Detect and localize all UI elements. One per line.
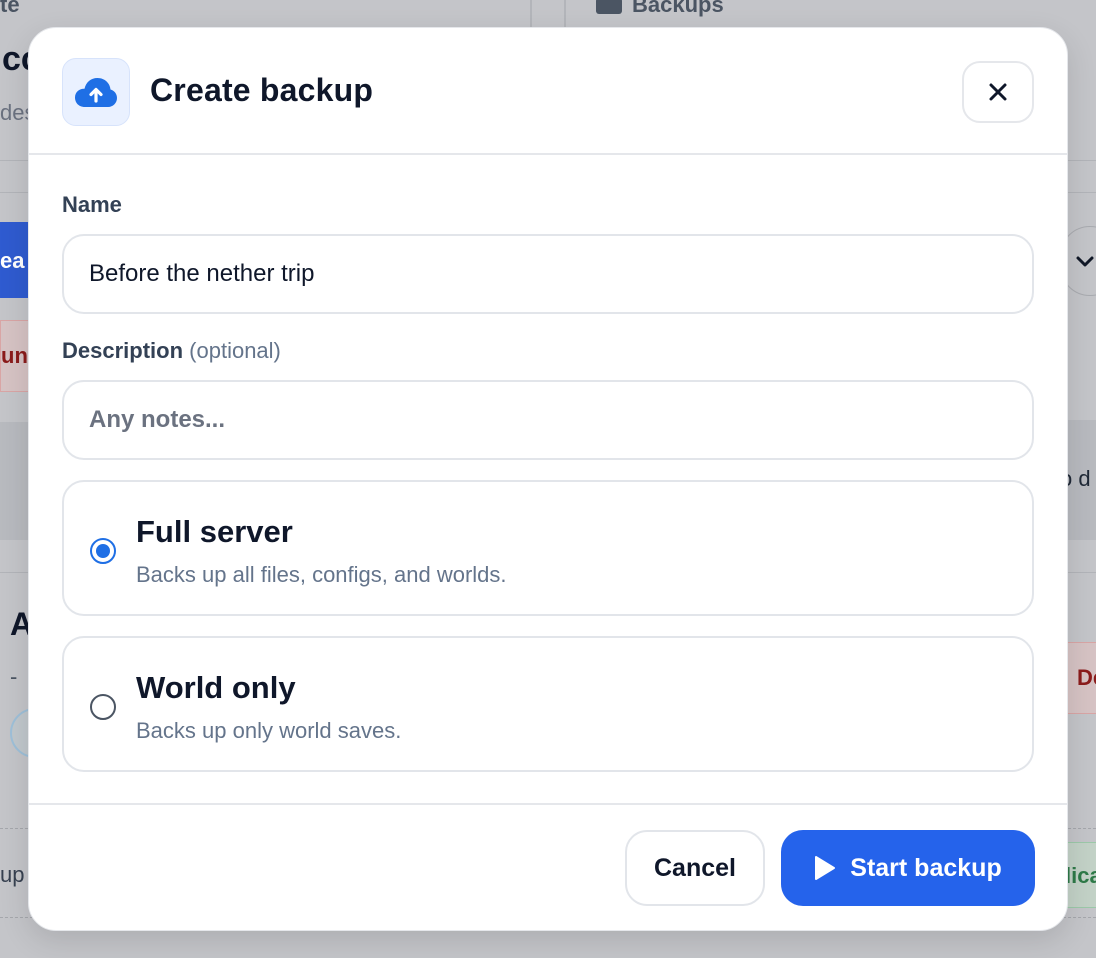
option-description: Backs up only world saves. (136, 718, 402, 743)
full-server-radio[interactable] (90, 538, 116, 564)
start-backup-button[interactable]: Start backup (781, 830, 1035, 906)
option-world-only[interactable]: World only Backs up only world saves. (62, 636, 1034, 772)
close-button[interactable] (962, 61, 1034, 123)
header-icon-box (62, 58, 130, 126)
chevron-down-icon (1076, 256, 1094, 267)
bg-footer-text: up (0, 862, 25, 887)
world-only-radio[interactable] (90, 694, 116, 720)
cancel-button[interactable]: Cancel (625, 830, 765, 906)
cloud-upload-icon (75, 78, 117, 107)
bg-left-heading: te (0, 0, 20, 17)
bg-backups-heading: Backups (596, 0, 724, 18)
bg-row-dash: - (10, 664, 18, 689)
option-description: Backs up all files, configs, and worlds. (136, 562, 507, 587)
dialog-header: Create backup (29, 28, 1067, 155)
optional-hint: (optional) (189, 338, 281, 363)
footer-divider (29, 803, 1067, 805)
name-input[interactable] (62, 234, 1034, 314)
description-label-text: Description (62, 338, 184, 363)
play-icon (815, 856, 836, 880)
create-backup-dialog: Create backup Name Description (optional… (28, 27, 1068, 931)
dialog-title: Create backup (150, 72, 374, 108)
backups-icon (596, 0, 622, 15)
start-backup-label: Start backup (850, 853, 1002, 882)
description-input[interactable] (62, 380, 1034, 460)
option-title: World only (136, 670, 296, 705)
name-label: Name (62, 192, 122, 217)
option-title: Full server (136, 514, 293, 549)
close-icon (989, 83, 1007, 101)
description-label: Description (optional) (62, 338, 281, 364)
bg-delete-tag: De (1066, 642, 1096, 714)
bg-green-tag: lica (1064, 842, 1096, 908)
option-full-server[interactable]: Full server Backs up all files, configs,… (62, 480, 1034, 616)
